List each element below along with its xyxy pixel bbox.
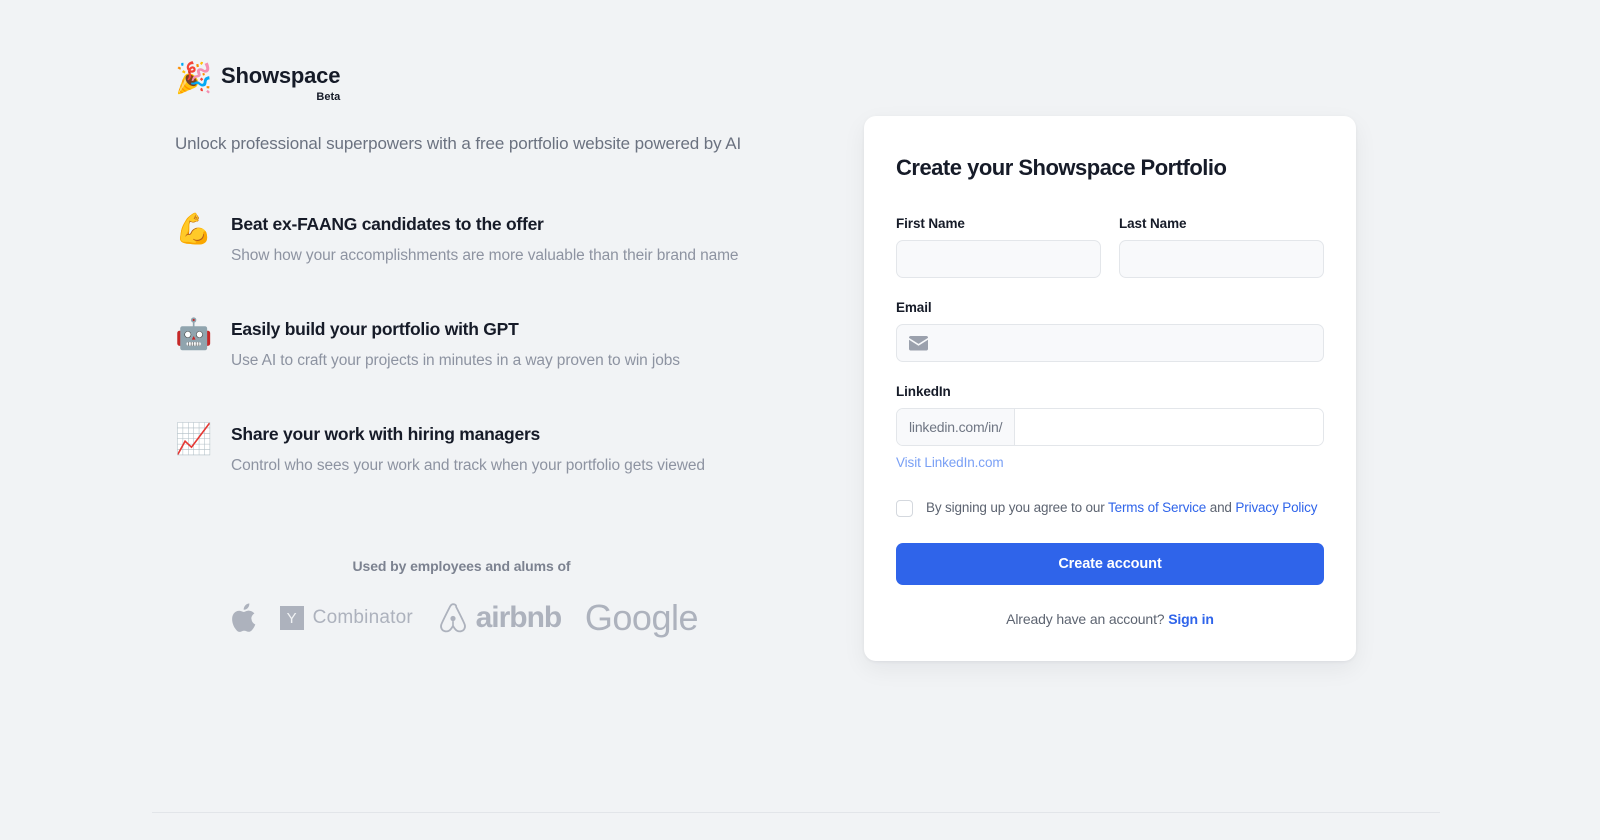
feature-title: Easily build your portfolio with GPT [231,319,519,339]
terms-prefix: By signing up you agree to our [926,500,1105,515]
robot-icon: 🤖 [175,318,213,351]
yc-mark: Y [279,606,304,630]
feature-item: 📈 Share your work with hiring managers C… [175,420,815,477]
last-name-label: Last Name [1119,216,1187,231]
linkedin-label: LinkedIn [896,384,951,399]
party-popper-icon: 🎉 [175,62,213,95]
email-group: Email [896,300,1324,362]
first-name-input[interactable] [896,240,1101,278]
feature-description: Use AI to craft your projects in minutes… [231,352,680,369]
y-combinator-logo-icon: Y Combinator [279,606,413,630]
email-input-wrapper[interactable] [896,324,1324,362]
chart-increasing-icon: 📈 [175,423,213,456]
beta-badge: Beta [316,91,341,103]
email-input[interactable] [939,325,1323,361]
apple-logo-icon [230,602,256,634]
feature-list: 💪 Beat ex-FAANG candidates to the offer … [175,210,815,477]
feature-title: Share your work with hiring managers [231,424,540,444]
social-proof-heading: Used by employees and alums of [352,558,571,574]
logo-row: Y Combinator airbnb Google [175,600,748,636]
feature-body: Beat ex-FAANG candidates to the offer Sh… [231,210,739,267]
brand: 🎉 Showspace Beta [175,62,815,104]
visit-linkedin-link[interactable]: Visit LinkedIn.com [896,455,1004,470]
signup-card: Create your Showspace Portfolio First Na… [864,116,1356,661]
brand-name: Showspace [221,63,341,88]
linkedin-input[interactable] [1015,409,1323,445]
airbnb-logo-icon: airbnb [437,601,562,635]
footer-divider [152,812,1440,813]
yc-label: Combinator [312,607,413,628]
first-name-label: First Name [896,216,965,231]
linkedin-input-wrapper[interactable]: linkedin.com/in/ [896,408,1324,446]
signup-page: 🎉 Showspace Beta Unlock professional sup… [0,0,1600,840]
last-name-group: Last Name [1119,216,1324,278]
marketing-panel: 🎉 Showspace Beta Unlock professional sup… [175,62,815,477]
flexed-biceps-icon: 💪 [175,213,213,246]
terms-checkbox[interactable] [896,499,913,517]
terms-text: By signing up you agree to our Terms of … [926,499,1317,517]
envelope-icon [897,335,939,351]
card-title: Create your Showspace Portfolio [896,155,1227,180]
first-name-group: First Name [896,216,1101,278]
create-account-button[interactable]: Create account [896,543,1324,585]
last-name-input[interactable] [1119,240,1324,278]
linkedin-prefix: linkedin.com/in/ [897,409,1016,445]
feature-item: 🤖 Easily build your portfolio with GPT U… [175,315,815,372]
terms-row: By signing up you agree to our Terms of … [896,499,1324,517]
google-logo-icon: Google [584,597,699,638]
feature-description: Control who sees your work and track whe… [231,457,705,474]
signin-prompt: Already have an account? [1006,611,1165,627]
sign-in-link[interactable]: Sign in [1168,611,1214,627]
brand-text: Showspace Beta [221,62,340,104]
email-label: Email [896,300,932,315]
feature-title: Beat ex-FAANG candidates to the offer [231,214,544,234]
social-proof: Used by employees and alums of Y Combina… [175,558,815,636]
feature-body: Share your work with hiring managers Con… [231,420,705,477]
feature-body: Easily build your portfolio with GPT Use… [231,315,680,372]
airbnb-label: airbnb [475,601,563,634]
linkedin-group: LinkedIn linkedin.com/in/ Visit LinkedIn… [896,384,1324,472]
privacy-policy-link[interactable]: Privacy Policy [1235,500,1317,515]
feature-item: 💪 Beat ex-FAANG candidates to the offer … [175,210,815,267]
terms-of-service-link[interactable]: Terms of Service [1108,500,1206,515]
tagline: Unlock professional superpowers with a f… [175,134,742,153]
feature-description: Show how your accomplishments are more v… [231,247,739,264]
terms-conjunction: and [1209,500,1232,515]
name-row: First Name Last Name [896,216,1324,278]
signin-row: Already have an account? Sign in [896,611,1324,627]
